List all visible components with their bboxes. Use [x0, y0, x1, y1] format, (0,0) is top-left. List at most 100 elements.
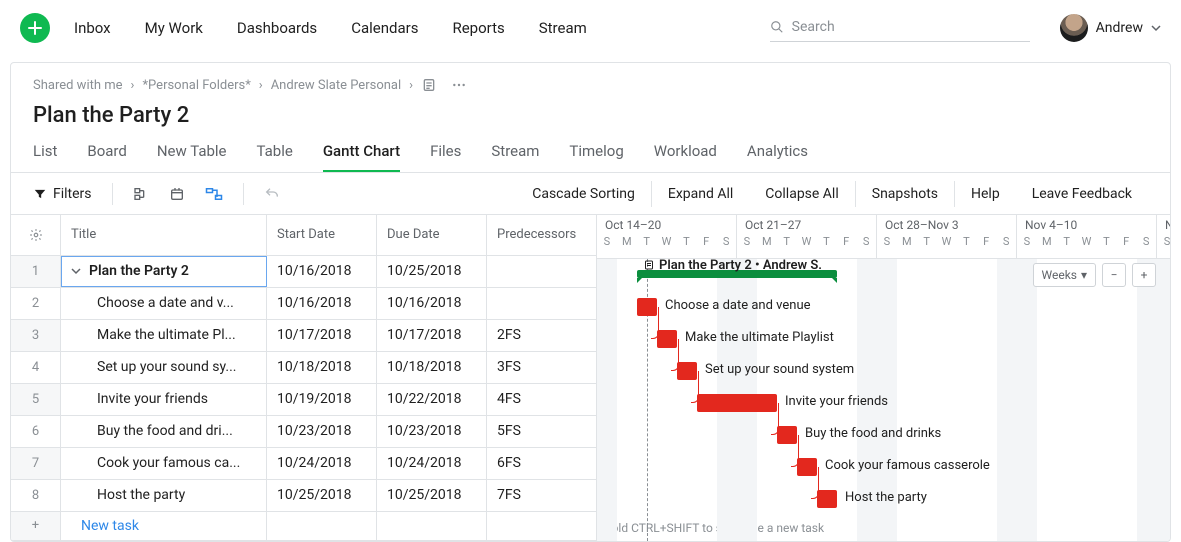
start-date-cell[interactable]: 10/23/2018 [267, 416, 377, 447]
week-label: Oct 28–Nov 3 [877, 215, 1016, 235]
start-date-cell[interactable]: 10/17/2018 [267, 320, 377, 351]
gantt-hint: Hold CTRL+SHIFT to schedule a new task [603, 521, 824, 535]
predecessor-cell[interactable]: 6FS [487, 448, 595, 479]
row-number: 2 [11, 288, 61, 319]
task-title-cell[interactable]: Make the ultimate Pl... [61, 320, 267, 351]
table-row[interactable]: 3Make the ultimate Pl...10/17/201810/17/… [11, 320, 596, 352]
grid-settings-icon[interactable] [11, 215, 61, 255]
collapse-icon[interactable] [71, 266, 81, 276]
tab-analytics[interactable]: Analytics [747, 142, 808, 172]
col-pred[interactable]: Predecessors [487, 215, 595, 255]
start-date-cell[interactable]: 10/19/2018 [267, 384, 377, 415]
tab-list[interactable]: List [33, 142, 57, 172]
predecessor-cell[interactable]: 2FS [487, 320, 595, 351]
zoom-in-button[interactable]: + [1132, 263, 1156, 287]
predecessor-cell[interactable]: 5FS [487, 416, 595, 447]
cascade-sorting-button[interactable]: Cascade Sorting [516, 181, 651, 207]
start-date-cell[interactable]: 10/24/2018 [267, 448, 377, 479]
tab-workload[interactable]: Workload [654, 142, 717, 172]
due-date-cell[interactable]: 10/25/2018 [377, 256, 487, 287]
task-title-cell[interactable]: Choose a date and v... [61, 288, 267, 319]
add-task-icon[interactable]: + [11, 512, 61, 540]
tab-gantt[interactable]: Gantt Chart [323, 142, 400, 172]
bar-label: Cook your famous casserole [825, 458, 990, 473]
breadcrumb-item[interactable]: *Personal Folders* [142, 78, 250, 93]
week-label: Nov 4–10 [1017, 215, 1156, 235]
collapse-all-button[interactable]: Collapse All [749, 181, 854, 207]
filters-button[interactable]: Filters [33, 186, 92, 202]
leave-feedback-button[interactable]: Leave Feedback [1016, 181, 1148, 207]
calendar-icon[interactable] [169, 186, 185, 202]
start-date-cell[interactable]: 10/18/2018 [267, 352, 377, 383]
task-title-cell[interactable]: Plan the Party 2 [61, 256, 267, 287]
due-date-cell[interactable]: 10/17/2018 [377, 320, 487, 351]
nav-stream[interactable]: Stream [539, 19, 587, 37]
table-row[interactable]: 4Set up your sound sy...10/18/201810/18/… [11, 352, 596, 384]
dependency-arrow [691, 371, 699, 403]
table-row[interactable]: 6Buy the food and dri...10/23/201810/23/… [11, 416, 596, 448]
more-icon[interactable] [451, 77, 467, 93]
dependency-arrow [811, 467, 819, 499]
due-date-cell[interactable]: 10/22/2018 [377, 384, 487, 415]
tab-files[interactable]: Files [430, 142, 461, 172]
start-date-cell[interactable]: 10/16/2018 [267, 288, 377, 319]
bar-label: Invite your friends [785, 394, 888, 409]
search-input[interactable]: Search [770, 15, 1030, 42]
dependencies-icon[interactable] [205, 187, 223, 201]
breadcrumb-item[interactable]: Andrew Slate Personal [271, 78, 401, 93]
nav-mywork[interactable]: My Work [145, 19, 203, 37]
predecessor-cell[interactable]: 7FS [487, 480, 595, 511]
table-row[interactable]: 5Invite your friends10/19/201810/22/2018… [11, 384, 596, 416]
due-date-cell[interactable]: 10/25/2018 [377, 480, 487, 511]
table-row[interactable]: 2Choose a date and v...10/16/201810/16/2… [11, 288, 596, 320]
start-date-cell[interactable]: 10/16/2018 [267, 256, 377, 287]
tab-timelog[interactable]: Timelog [569, 142, 623, 172]
predecessor-cell[interactable] [487, 256, 595, 287]
task-title-cell[interactable]: Invite your friends [61, 384, 267, 415]
scale-selector[interactable]: Weeks▾ [1033, 263, 1097, 287]
nav-inbox[interactable]: Inbox [74, 19, 111, 37]
col-title[interactable]: Title [61, 215, 267, 255]
due-date-cell[interactable]: 10/23/2018 [377, 416, 487, 447]
tab-board[interactable]: Board [87, 142, 126, 172]
col-due[interactable]: Due Date [377, 215, 487, 255]
user-name: Andrew [1096, 20, 1143, 36]
expand-tree-icon[interactable] [133, 186, 149, 202]
row-number: 7 [11, 448, 61, 479]
create-button[interactable] [20, 13, 50, 43]
task-title-cell[interactable]: Host the party [61, 480, 267, 511]
due-date-cell[interactable]: 10/18/2018 [377, 352, 487, 383]
start-date-cell[interactable]: 10/25/2018 [267, 480, 377, 511]
task-title-cell[interactable]: Buy the food and dri... [61, 416, 267, 447]
task-title-cell[interactable]: Cook your famous ca... [61, 448, 267, 479]
week-label: Oct 14–20 [597, 215, 736, 235]
predecessor-cell[interactable]: 4FS [487, 384, 595, 415]
help-button[interactable]: Help [954, 181, 1016, 207]
tab-newtable[interactable]: New Table [157, 142, 227, 172]
zoom-out-button[interactable]: − [1102, 263, 1126, 287]
undo-icon[interactable] [264, 186, 280, 202]
due-date-cell[interactable]: 10/16/2018 [377, 288, 487, 319]
table-row[interactable]: 7Cook your famous ca...10/24/201810/24/2… [11, 448, 596, 480]
table-row[interactable]: 1Plan the Party 210/16/201810/25/2018 [11, 256, 596, 288]
predecessor-cell[interactable] [487, 288, 595, 319]
snapshots-button[interactable]: Snapshots [855, 181, 954, 207]
description-icon[interactable] [421, 77, 437, 93]
tab-stream[interactable]: Stream [491, 142, 539, 172]
predecessor-cell[interactable]: 3FS [487, 352, 595, 383]
breadcrumb-item[interactable]: Shared with me [33, 78, 123, 93]
task-bar[interactable] [697, 394, 777, 412]
table-row[interactable]: 8Host the party10/25/201810/25/20187FS [11, 480, 596, 512]
nav-calendars[interactable]: Calendars [351, 19, 418, 37]
bar-label: Host the party [845, 490, 927, 505]
tab-table[interactable]: Table [257, 142, 293, 172]
expand-all-button[interactable]: Expand All [651, 181, 749, 207]
task-title-cell[interactable]: Set up your sound sy... [61, 352, 267, 383]
due-date-cell[interactable]: 10/24/2018 [377, 448, 487, 479]
user-menu[interactable]: Andrew [1060, 14, 1161, 42]
col-start[interactable]: Start Date [267, 215, 377, 255]
bar-label: Make the ultimate Playlist [685, 330, 834, 345]
nav-dashboards[interactable]: Dashboards [237, 19, 317, 37]
nav-reports[interactable]: Reports [452, 19, 504, 37]
new-task-link[interactable]: New task [61, 512, 267, 540]
